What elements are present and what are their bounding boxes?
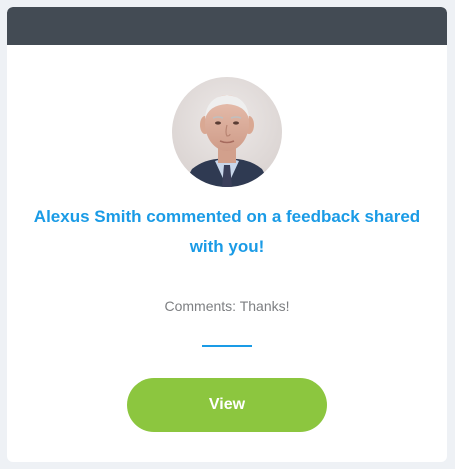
view-button[interactable]: View [127, 378, 327, 432]
notification-card: Alexus Smith commented on a feedback sha… [7, 7, 447, 462]
avatar [172, 77, 282, 187]
notification-title: Alexus Smith commented on a feedback sha… [33, 207, 421, 256]
divider [202, 345, 252, 347]
card-header-bar [7, 7, 447, 45]
comment-text: Comments: Thanks! [164, 298, 290, 314]
person-avatar-icon [172, 77, 282, 187]
